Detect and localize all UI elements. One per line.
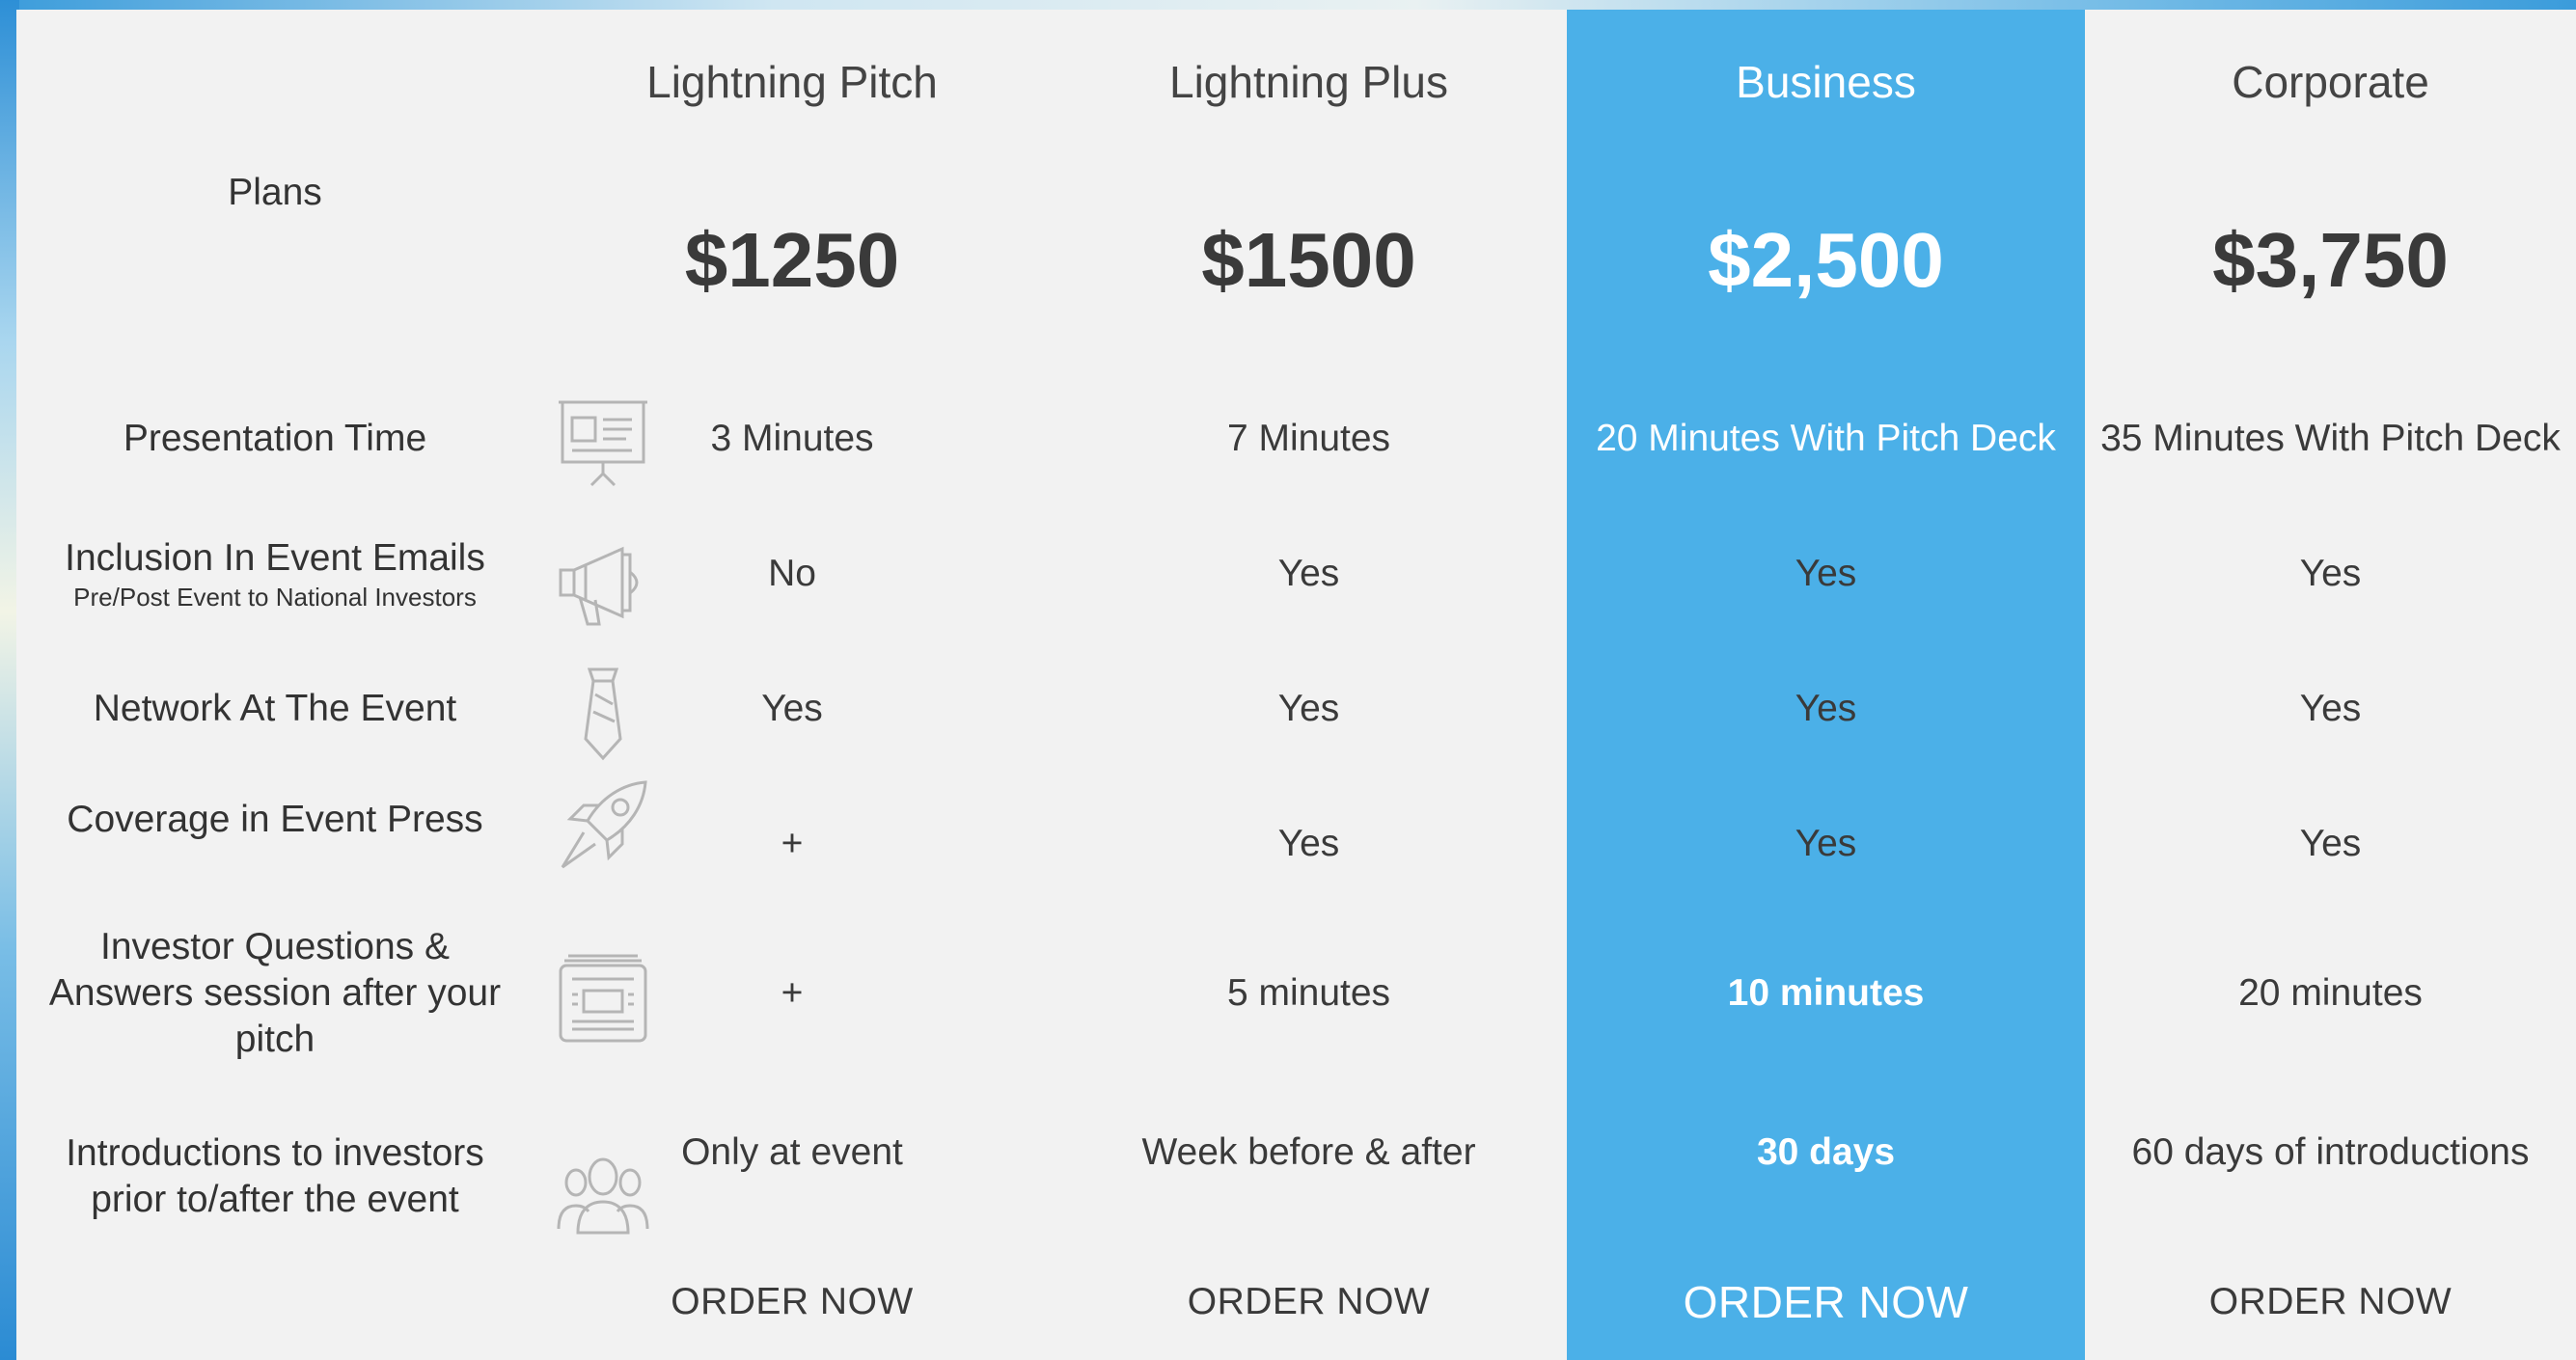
plan-price-lightning-pitch: $1250 — [684, 217, 900, 303]
plan-name-lightning-pitch: Lightning Pitch — [646, 57, 938, 107]
feature-label-investor-qa-line-2: Answers session after your — [48, 972, 502, 1014]
value-press-coverage-business: Yes — [1795, 823, 1857, 864]
value-network-corporate: Yes — [2299, 688, 2362, 729]
feature-label-investor-qa: Investor Questions & Answers session aft… — [16, 921, 534, 1066]
feature-label-introductions-line-1: Introductions to investors — [66, 1132, 484, 1174]
order-now-button-lightning-plus[interactable]: ORDER NOW — [1051, 1264, 1567, 1341]
value-press-coverage-lightning-pitch: + — [781, 823, 804, 864]
plans-label: Plans — [228, 172, 322, 213]
plan-name-business: Business — [1736, 57, 1916, 107]
value-presentation-time-business: 20 Minutes With Pitch Deck — [1596, 418, 2056, 459]
value-presentation-time-corporate: 35 Minutes With Pitch Deck — [2100, 418, 2561, 459]
value-network-lightning-pitch: Yes — [761, 688, 823, 729]
feature-label-introductions: Introductions to investors prior to/afte… — [16, 1129, 534, 1225]
value-network-lightning-plus: Yes — [1277, 688, 1340, 729]
value-presentation-time-lightning-pitch: 3 Minutes — [710, 418, 874, 459]
feature-label-presentation-time: Presentation Time — [123, 418, 427, 459]
feature-label-introductions-line-2: prior to/after the event — [91, 1179, 459, 1220]
value-event-emails-business: Yes — [1795, 553, 1857, 594]
value-investor-qa-lightning-plus: 5 minutes — [1226, 972, 1391, 1014]
value-introductions-corporate: 60 days of introductions — [2131, 1131, 2530, 1173]
order-now-button-corporate[interactable]: ORDER NOW — [2085, 1264, 2576, 1341]
order-now-button-lightning-pitch[interactable]: ORDER NOW — [534, 1264, 1051, 1341]
value-introductions-business: 30 days — [1756, 1131, 1896, 1173]
feature-label-event-emails: Inclusion In Event Emails Pre/Post Event… — [16, 530, 534, 617]
value-press-coverage-corporate: Yes — [2299, 823, 2362, 864]
plan-price-lightning-plus: $1500 — [1201, 217, 1416, 303]
value-investor-qa-lightning-pitch: + — [781, 972, 804, 1014]
value-event-emails-corporate: Yes — [2299, 553, 2362, 594]
value-presentation-time-lightning-plus: 7 Minutes — [1226, 418, 1391, 459]
feature-label-event-emails-subtitle: Pre/Post Event to National Investors — [73, 583, 477, 612]
plan-price-business: $2,500 — [1708, 217, 1944, 303]
feature-label-investor-qa-line-1: Investor Questions & — [99, 926, 450, 967]
feature-label-investor-qa-line-3: pitch — [234, 1019, 315, 1060]
plan-name-lightning-plus: Lightning Plus — [1169, 57, 1448, 107]
value-press-coverage-lightning-plus: Yes — [1277, 823, 1340, 864]
value-investor-qa-business: 10 minutes — [1727, 972, 1925, 1014]
background-strip-top — [0, 0, 2576, 10]
value-event-emails-lightning-pitch: No — [768, 553, 816, 594]
plan-name-corporate: Corporate — [2232, 57, 2429, 107]
value-introductions-lightning-plus: Week before & after — [1141, 1131, 1476, 1173]
feature-label-event-emails-title: Inclusion In Event Emails — [65, 537, 485, 579]
value-introductions-lightning-pitch: Only at event — [681, 1131, 903, 1173]
feature-label-network: Network At The Event — [93, 688, 457, 729]
order-now-button-business[interactable]: ORDER NOW — [1567, 1264, 2085, 1341]
value-event-emails-lightning-plus: Yes — [1277, 553, 1340, 594]
value-investor-qa-corporate: 20 minutes — [2238, 972, 2423, 1014]
feature-label-press-coverage: Coverage in Event Press — [67, 799, 483, 840]
plan-price-corporate: $3,750 — [2212, 217, 2449, 303]
value-network-business: Yes — [1795, 688, 1857, 729]
